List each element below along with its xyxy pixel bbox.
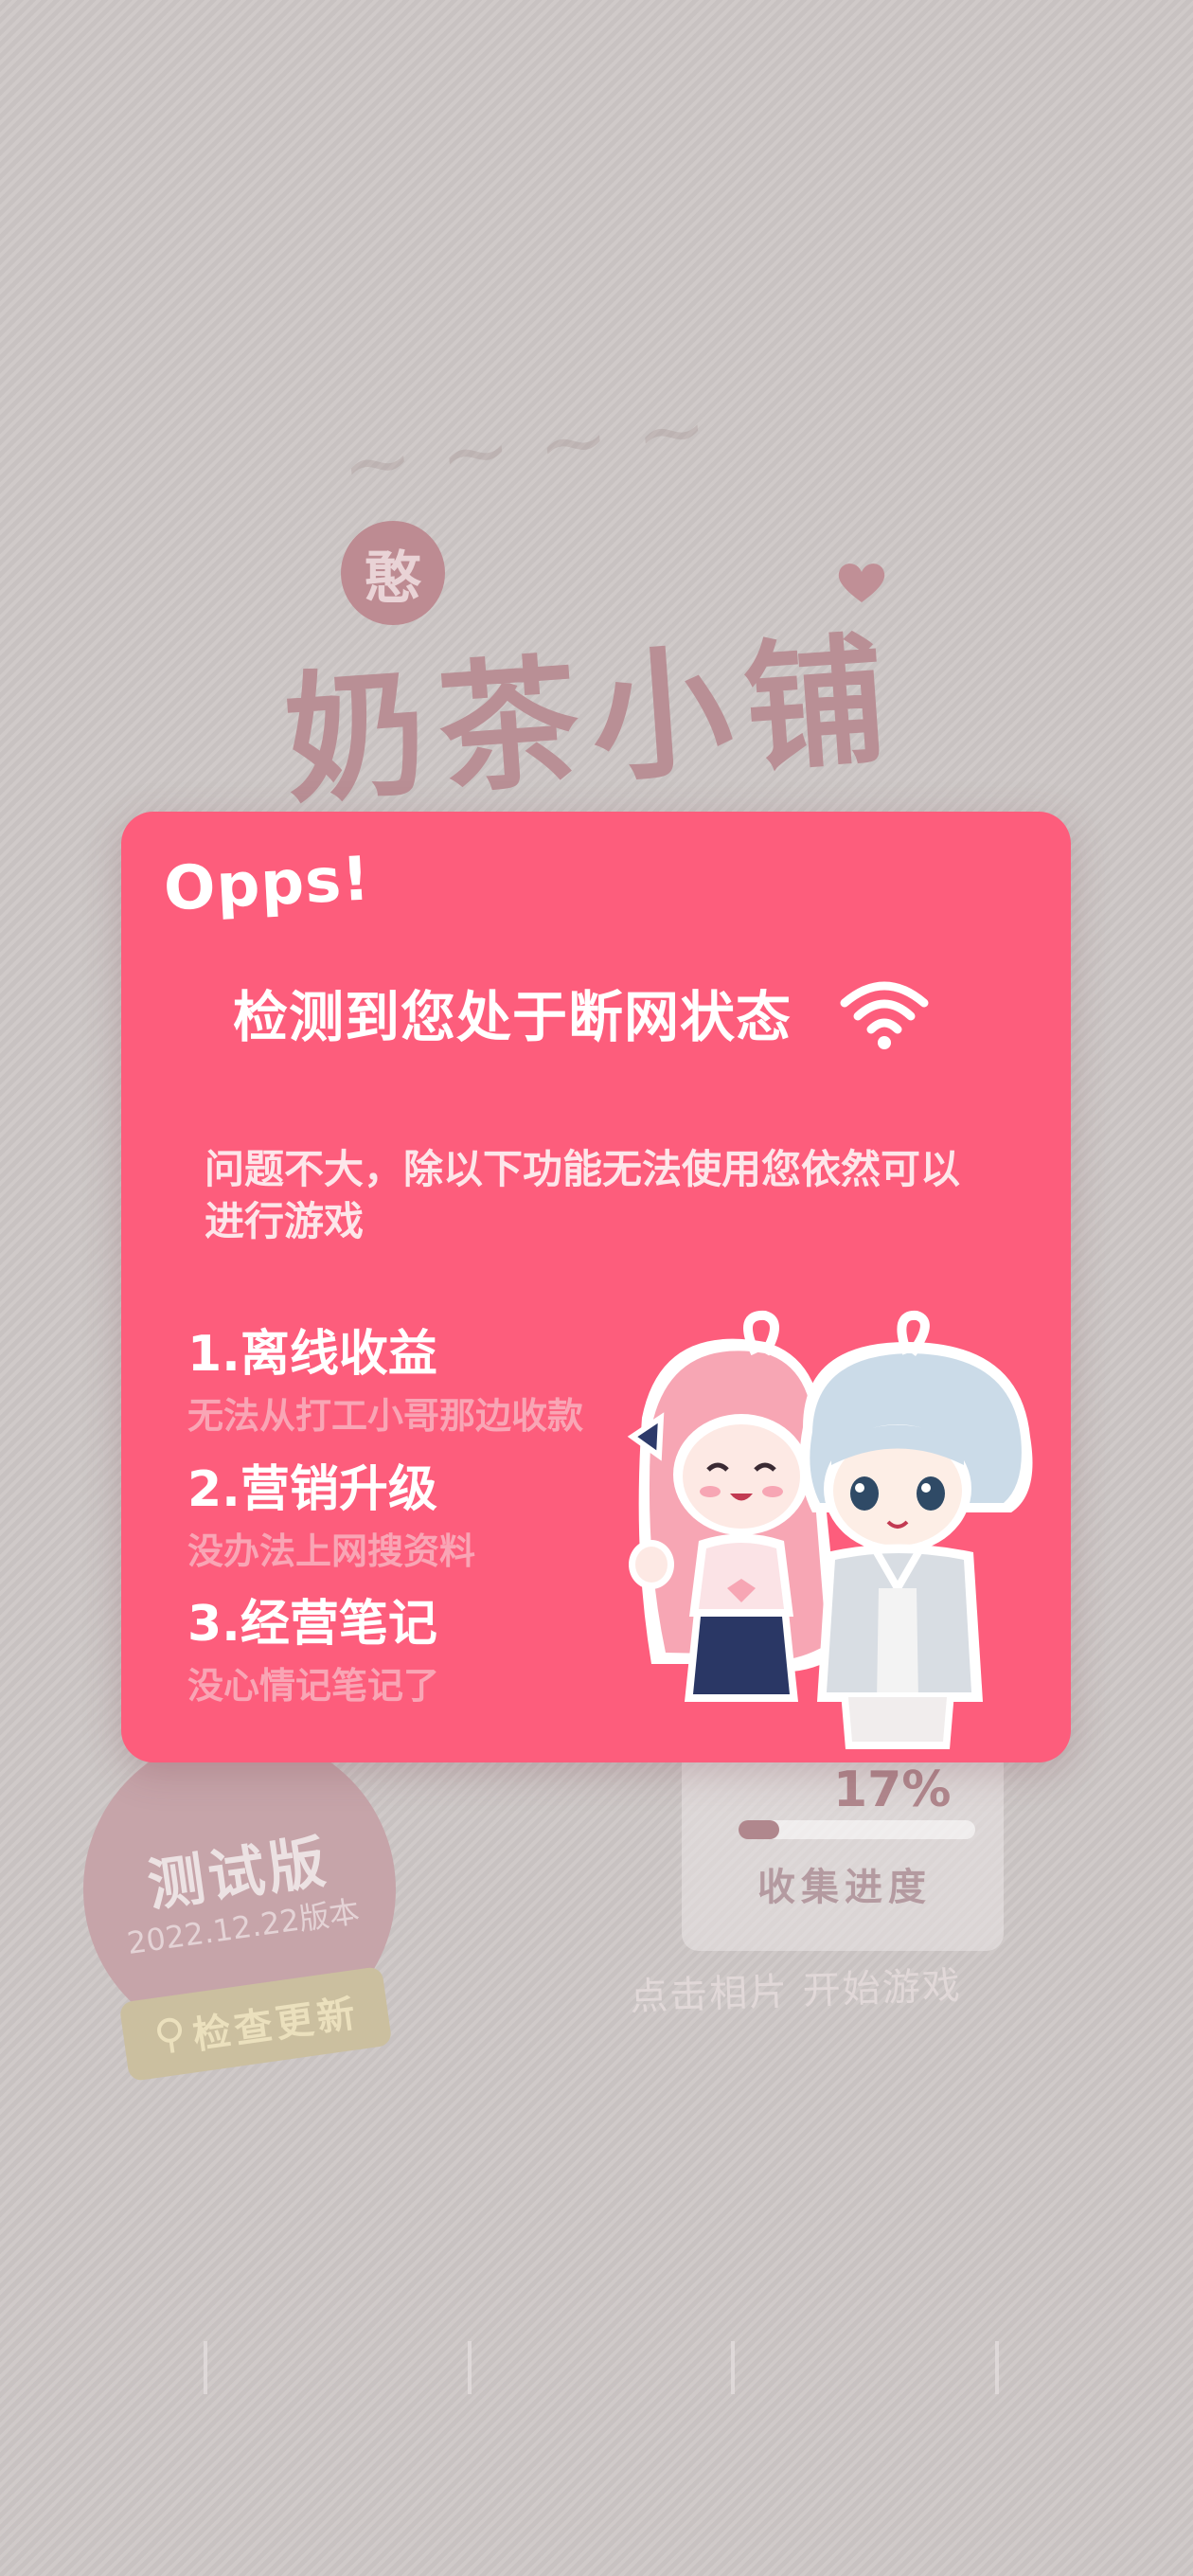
check-update-label: 检查更新 xyxy=(190,1992,362,2059)
start-game-hint[interactable]: 点击相片 开始游戏 xyxy=(629,1955,963,2021)
chibi-couple-illustration xyxy=(627,1310,1033,1749)
collection-progress-percent: 17% xyxy=(833,1762,952,1818)
feature-title: 3.经营笔记 xyxy=(187,1596,437,1653)
wifi-icon xyxy=(840,981,929,1049)
offline-dialog[interactable]: Opps! 检测到您处于断网状态 问题不大，除以下功能无法使用您依然可以进行游戏… xyxy=(121,812,1071,1762)
feature-business-notes: 3.经营笔记 没心情记笔记了 xyxy=(187,1583,439,1708)
feature-offline-income: 1.离线收益 无法从打工小哥那边收款 xyxy=(187,1314,583,1439)
logo-seal: 憨 xyxy=(341,521,445,625)
feature-title: 2.营销升级 xyxy=(187,1461,437,1518)
screen: ~ ~ ~ ~ 憨 奶茶小铺 测试版 2022.12.22版本 检查更新 17%… xyxy=(0,0,1193,2576)
update-icon xyxy=(157,2017,183,2053)
feature-subtitle: 没心情记笔记了 xyxy=(187,1665,440,1707)
feature-title: 1.离线收益 xyxy=(187,1326,437,1383)
logo-title: 奶茶小铺 xyxy=(279,616,904,824)
dialog-description: 问题不大，除以下功能无法使用您依然可以进行游戏 xyxy=(205,1146,961,1244)
collection-progress-bar xyxy=(739,1820,975,1839)
nav-divider xyxy=(731,2341,736,2394)
collection-progress-fill xyxy=(739,1820,779,1839)
heart-icon xyxy=(838,564,885,602)
collection-progress-label: 收集进度 xyxy=(757,1866,932,1909)
nav-divider xyxy=(204,2341,207,2394)
game-logo: 憨 奶茶小铺 xyxy=(275,511,918,823)
dialog-exclaim: Opps! xyxy=(162,844,373,925)
feature-subtitle: 无法从打工小哥那边收款 xyxy=(187,1395,584,1437)
feature-subtitle: 没办法上网搜资料 xyxy=(187,1530,476,1572)
bottom-nav xyxy=(204,2325,1000,2410)
dialog-title: 检测到您处于断网状态 xyxy=(233,985,792,1049)
feature-marketing-upgrade: 2.营销升级 没办法上网搜资料 xyxy=(187,1449,475,1574)
nav-divider xyxy=(467,2341,472,2394)
bg-decoration: ~ ~ ~ ~ xyxy=(336,379,712,516)
nav-divider xyxy=(995,2341,1000,2394)
